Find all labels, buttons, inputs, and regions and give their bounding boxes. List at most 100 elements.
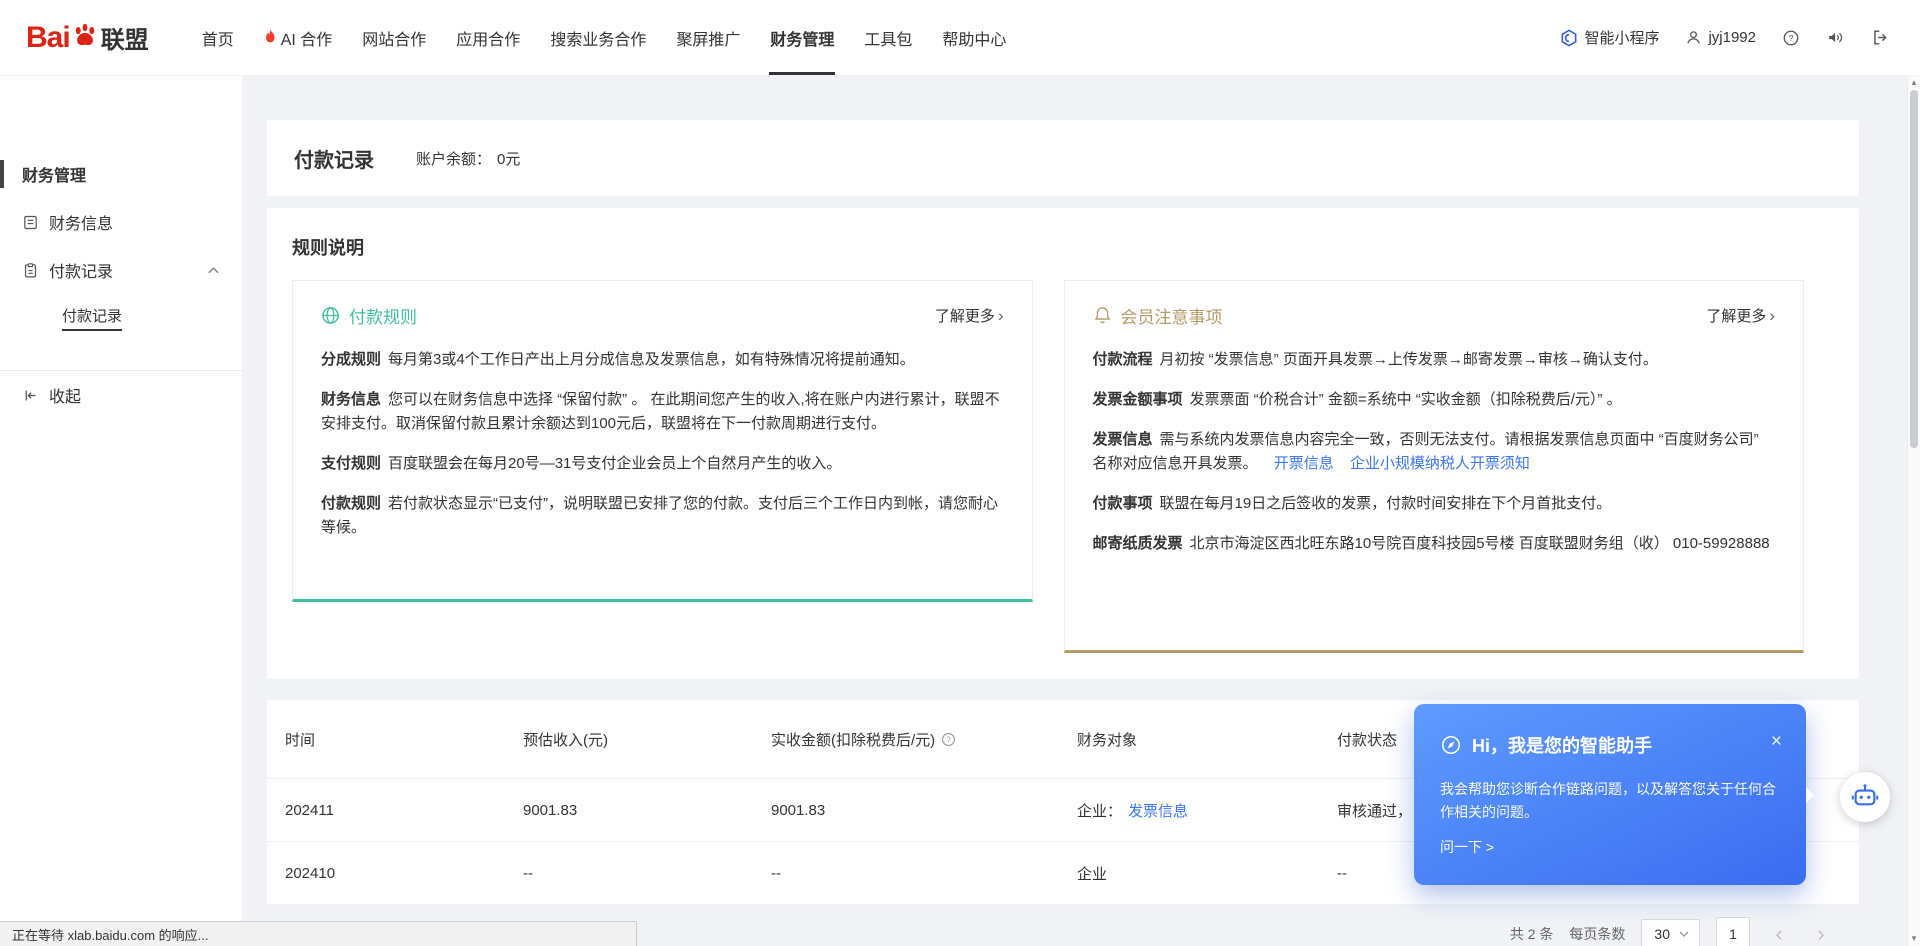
page-title: 付款记录 — [294, 144, 374, 173]
member-notes-more-link[interactable]: 了解更多 › — [1706, 305, 1775, 326]
sidebar-collapse-button[interactable]: 收起 — [0, 371, 242, 419]
per-page-select[interactable]: 30 — [1641, 919, 1700, 946]
nav-item-website[interactable]: 网站合作 — [347, 0, 441, 75]
rule-item-finance-info: 财务信息您可以在财务信息中选择 “保留付款” 。 在此期间您产生的收入,将在账户… — [321, 388, 1004, 436]
rule-item-pay-rule: 支付规则百度联盟会在每月20号—31号支付企业会员上个自然月产生的收入。 — [321, 452, 1004, 476]
miniprogram-label: 智能小程序 — [1584, 27, 1659, 48]
small-taxpayer-guide-link[interactable]: 企业小规模纳税人开票须知 — [1350, 455, 1530, 472]
col-header-estimated: 预估收入(元) — [505, 729, 753, 750]
assistant-message: 我会帮助您诊断合作链路问题，以及解答您关于任何合作相关的问题。 — [1440, 778, 1780, 824]
help-icon[interactable]: ? — [1782, 29, 1800, 47]
nav-item-app[interactable]: 应用合作 — [441, 0, 535, 75]
logo-text-union: 联盟 — [101, 20, 149, 55]
status-text: 正在等待 xlab.baidu.com 的响应... — [12, 925, 209, 944]
assistant-title: Hi，我是您的智能助手 — [1472, 732, 1652, 758]
payment-records-icon — [22, 262, 39, 279]
user-account[interactable]: jyj1992 — [1685, 29, 1756, 46]
collapse-icon — [22, 387, 39, 404]
nav-item-help-center[interactable]: 帮助中心 — [927, 0, 1021, 75]
page-header-card: 付款记录 账户余额： 0元 — [267, 120, 1859, 196]
svg-text:?: ? — [1789, 33, 1794, 43]
prev-page-button[interactable]: ‹ — [1766, 918, 1792, 946]
bell-icon — [1093, 306, 1112, 325]
help-circle-icon[interactable]: ? — [941, 732, 956, 747]
member-notes-title: 会员注意事项 — [1121, 303, 1223, 328]
sidebar-finance-info-label: 财务信息 — [49, 210, 113, 234]
caret-down-icon — [1679, 931, 1689, 937]
globe-icon — [321, 306, 340, 325]
col-header-entity: 财务对象 — [1059, 729, 1319, 750]
sound-icon[interactable] — [1826, 28, 1845, 47]
logo-text-bai: Bai — [26, 21, 70, 55]
rules-card: 规则说明 付款规则 了解更多 — [267, 208, 1859, 679]
total-count-label: 共 2 条 — [1510, 924, 1554, 944]
smart-miniprogram-link[interactable]: 智能小程序 — [1560, 27, 1659, 48]
browser-status-bar: 正在等待 xlab.baidu.com 的响应... — [0, 921, 637, 946]
scrollbar-thumb[interactable] — [1910, 90, 1918, 448]
finance-info-icon — [22, 214, 39, 231]
col-header-actual: 实收金额(扣除税费后/元) ? — [753, 729, 1059, 750]
col-header-time: 时间 — [267, 729, 505, 750]
app-root: Bai 联盟 首页 AI 合作 网站合作 应用合作 搜索业务合作 聚屏推广 财务… — [0, 0, 1920, 946]
invoice-info-link[interactable]: 开票信息 — [1274, 455, 1334, 472]
payment-rules-title: 付款规则 — [349, 303, 417, 328]
nav-item-ai-label: AI 合作 — [281, 26, 333, 50]
member-notes-panel: 会员注意事项 了解更多 › 付款流程月初按 “发票信息” 页面开具发票→上传发票… — [1064, 280, 1805, 653]
close-icon[interactable]: × — [1771, 732, 1782, 751]
cell-estimated: 9001.83 — [505, 802, 753, 819]
next-page-button[interactable]: › — [1808, 918, 1834, 946]
cell-actual: -- — [753, 865, 1059, 882]
scrollbar-track[interactable]: ▴ ▾ — [1907, 76, 1920, 946]
note-item-invoice-amount: 发票金额事项发票票面 “价税合计” 金额=系统中 “实收金额（扣除税费后/元）”… — [1093, 388, 1776, 412]
scroll-down-arrow[interactable]: ▾ — [1908, 933, 1920, 944]
nav-item-search-biz[interactable]: 搜索业务合作 — [535, 0, 661, 75]
note-item-mail-invoice: 邮寄纸质发票北京市海淀区西北旺东路10号院百度科技园5号楼 百度联盟财务组（收）… — [1093, 532, 1776, 556]
scroll-up-arrow[interactable]: ▴ — [1908, 77, 1920, 88]
nav-item-home[interactable]: 首页 — [187, 0, 249, 75]
cell-entity: 企业 — [1059, 863, 1319, 884]
sidebar-subitem-payment-records[interactable]: 付款记录 — [0, 294, 242, 342]
note-item-payment-matter: 付款事项联盟在每月19日之后签收的发票，付款时间安排在下个月首批支付。 — [1093, 492, 1776, 516]
sidebar-subitem-label: 付款记录 — [62, 305, 122, 331]
payment-rules-more-link[interactable]: 了解更多 › — [935, 305, 1004, 326]
sidebar: 财务管理 财务信息 — [0, 76, 242, 946]
invoice-info-row-link[interactable]: 发票信息 — [1128, 800, 1188, 821]
sidebar-finance-label: 财务管理 — [22, 162, 86, 186]
fire-icon — [264, 30, 277, 45]
cell-time: 202411 — [267, 802, 505, 819]
rule-item-payment-status: 付款规则若付款状态显示“已支付”，说明联盟已安排了您的付款。支付后三个工作日内到… — [321, 492, 1004, 540]
chevron-right-icon: › — [998, 306, 1004, 326]
account-balance: 账户余额： 0元 — [416, 148, 520, 169]
cell-actual: 9001.83 — [753, 802, 1059, 819]
nav-item-juping[interactable]: 聚屏推广 — [661, 0, 755, 75]
rules-section-title: 规则说明 — [292, 234, 1804, 260]
rule-item-sharing: 分成规则每月第3或4个工作日产出上月分成信息及发票信息，如有特殊情况将提前通知。 — [321, 348, 1004, 372]
assistant-popup: Hi，我是您的智能助手 × 我会帮助您诊断合作链路问题，以及解答您关于任何合作相… — [1414, 704, 1806, 885]
sidebar-item-finance-management[interactable]: 财务管理 — [0, 150, 242, 198]
svg-text:?: ? — [947, 735, 952, 744]
header-right: 智能小程序 jyj1992 ? — [1560, 27, 1890, 48]
compass-icon — [1440, 734, 1462, 756]
username-label: jyj1992 — [1708, 29, 1756, 46]
miniprogram-icon — [1560, 29, 1578, 47]
baidu-union-logo[interactable]: Bai 联盟 — [26, 20, 149, 55]
sidebar-payment-records-label: 付款记录 — [49, 258, 113, 282]
cell-estimated: -- — [505, 865, 753, 882]
balance-label: 账户余额： — [416, 148, 491, 169]
per-page-label: 每页条数 — [1569, 924, 1625, 944]
nav-item-finance[interactable]: 财务管理 — [755, 0, 849, 75]
main-nav: 首页 AI 合作 网站合作 应用合作 搜索业务合作 聚屏推广 财务管理 工具包 … — [187, 0, 1022, 75]
payment-rules-panel: 付款规则 了解更多 › 分成规则每月第3或4个工作日产出上月分成信息及发票信息，… — [292, 280, 1033, 602]
collapse-label: 收起 — [49, 383, 81, 407]
assistant-robot-button[interactable] — [1840, 772, 1890, 822]
user-icon — [1685, 29, 1702, 46]
nav-item-ai[interactable]: AI 合作 — [249, 0, 348, 75]
page-number-1[interactable]: 1 — [1716, 917, 1750, 946]
sidebar-item-finance-info[interactable]: 财务信息 — [0, 198, 242, 246]
logout-icon[interactable] — [1871, 28, 1890, 47]
robot-icon — [1850, 782, 1880, 812]
nav-item-toolkit[interactable]: 工具包 — [849, 0, 927, 75]
sidebar-item-payment-records[interactable]: 付款记录 — [0, 246, 242, 294]
ask-now-link[interactable]: 问一下 > — [1440, 837, 1494, 857]
chevron-up-icon[interactable] — [207, 266, 220, 275]
